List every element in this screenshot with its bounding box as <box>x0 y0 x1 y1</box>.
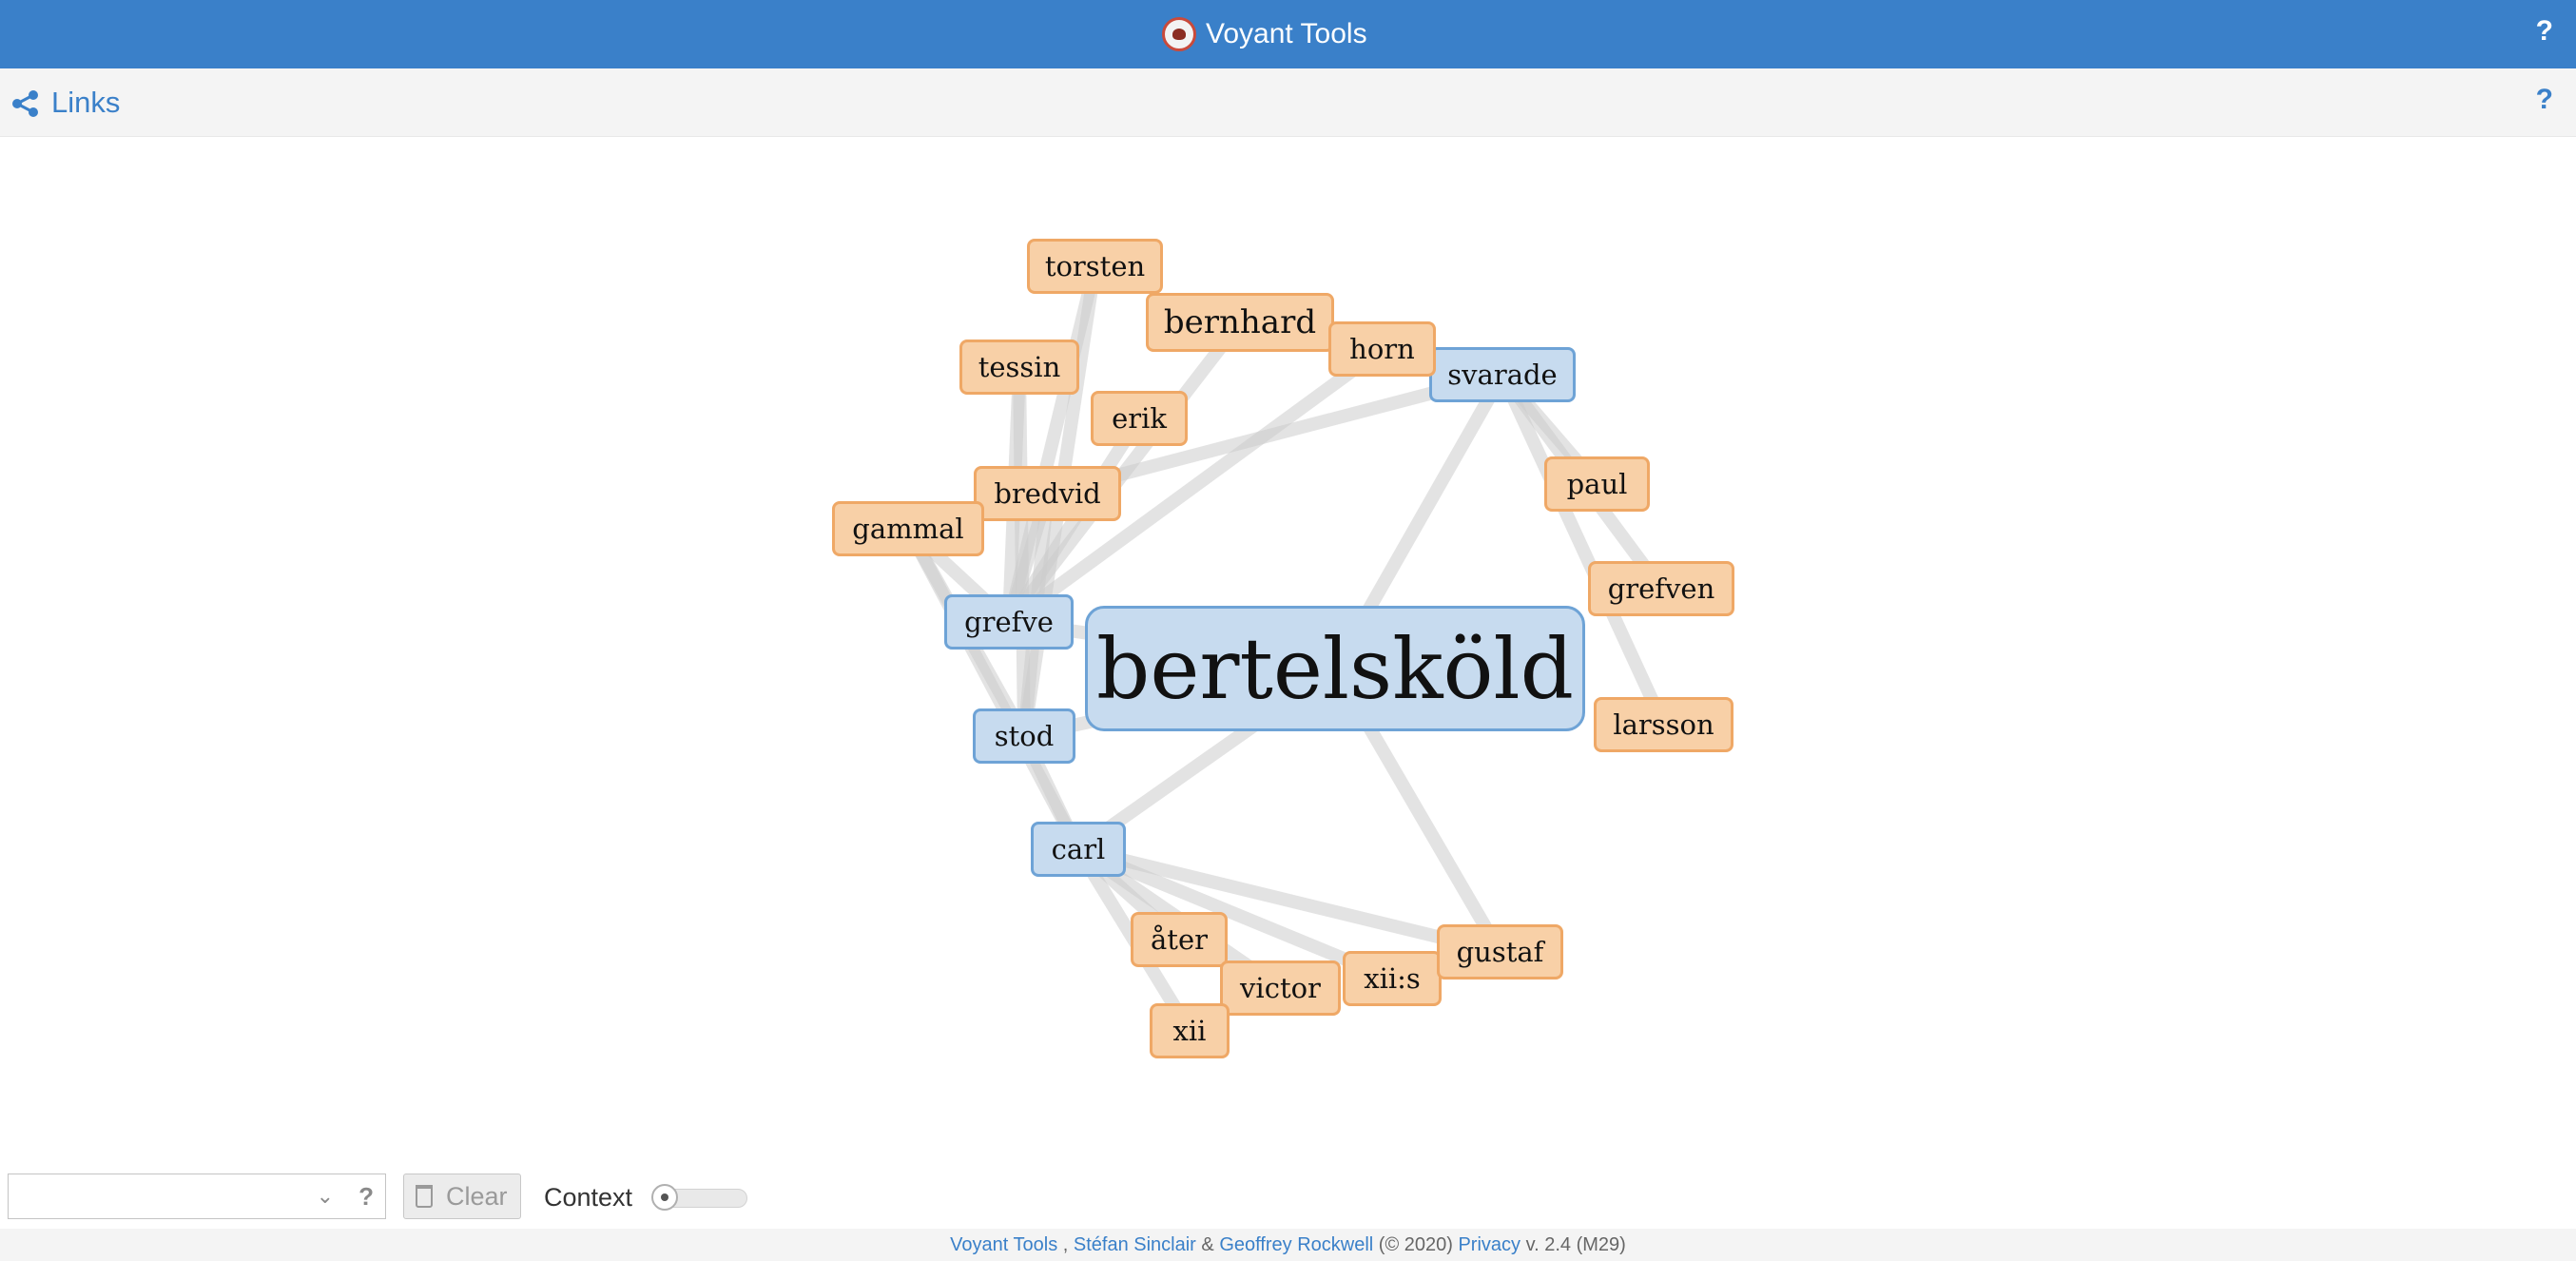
node-label: erik <box>1112 402 1167 435</box>
node-label: gustaf <box>1456 936 1544 968</box>
node-victor[interactable]: victor <box>1220 960 1341 1016</box>
trash-icon <box>416 1185 433 1208</box>
node-bernhard[interactable]: bernhard <box>1146 293 1334 352</box>
app-title: Voyant Tools <box>1206 18 1367 49</box>
node-tessin[interactable]: tessin <box>959 340 1079 395</box>
node-bertelskold[interactable]: bertelsköld <box>1085 606 1585 731</box>
node-ater[interactable]: åter <box>1131 912 1228 967</box>
node-stod[interactable]: stod <box>973 708 1075 764</box>
context-label: Context <box>544 1183 633 1212</box>
node-label: grefve <box>964 606 1054 638</box>
clear-button-label: Clear <box>446 1181 508 1211</box>
footer-ampersand: & <box>1195 1233 1220 1255</box>
node-label: bernhard <box>1163 303 1317 341</box>
footer-version: v. 2.4 (M29) <box>1520 1233 1626 1255</box>
node-label: grefven <box>1607 572 1715 605</box>
footer-copyright: (© 2020) <box>1373 1233 1459 1255</box>
node-label: gammal <box>852 513 964 545</box>
node-label: carl <box>1051 833 1106 865</box>
node-label: xii <box>1172 1015 1207 1047</box>
context-slider[interactable] <box>651 1184 747 1211</box>
footer-voyant-link[interactable]: Voyant Tools <box>950 1234 1057 1256</box>
search-help-icon[interactable]: ? <box>358 1182 374 1212</box>
node-label: stod <box>994 720 1055 752</box>
share-icon[interactable] <box>11 89 40 118</box>
node-label: victor <box>1240 972 1321 1004</box>
node-gammal[interactable]: gammal <box>832 501 984 556</box>
node-gustaf[interactable]: gustaf <box>1437 924 1563 980</box>
node-label: xii:s <box>1364 962 1421 995</box>
panel-title: Links <box>51 86 121 119</box>
node-label: bredvid <box>994 477 1101 510</box>
node-xiis[interactable]: xii:s <box>1343 951 1442 1006</box>
node-grefve[interactable]: grefve <box>944 594 1074 650</box>
footer-sinclair-link[interactable]: Stéfan Sinclair <box>1074 1234 1196 1256</box>
node-larsson[interactable]: larsson <box>1594 697 1733 752</box>
node-label: larsson <box>1613 708 1714 741</box>
node-carl[interactable]: carl <box>1031 822 1126 877</box>
node-bredvid[interactable]: bredvid <box>974 466 1121 521</box>
chevron-down-icon[interactable]: ⌄ <box>317 1184 334 1209</box>
clear-button[interactable]: Clear <box>403 1174 521 1219</box>
app-title-group[interactable]: Voyant Tools <box>1162 13 1367 55</box>
bottom-toolbar: ⌄ ? Clear Context <box>0 1164 2576 1229</box>
node-grefven[interactable]: grefven <box>1588 561 1734 616</box>
term-search-combo[interactable]: ⌄ ? <box>8 1174 386 1219</box>
panel-help-icon[interactable]: ? <box>2536 84 2553 116</box>
footer: Voyant Tools , Stéfan Sinclair & Geoffre… <box>0 1229 2576 1261</box>
node-label: svarade <box>1447 359 1558 391</box>
links-graph[interactable]: bertelsköld grefve stod carl svarade tor… <box>0 137 2576 1164</box>
node-horn[interactable]: horn <box>1328 321 1436 377</box>
node-label: tessin <box>978 351 1061 383</box>
node-label: horn <box>1349 333 1415 365</box>
app-root: { "header": { "app_title": "Voyant Tools… <box>0 0 2576 1261</box>
node-label: åter <box>1151 923 1208 956</box>
node-xii[interactable]: xii <box>1150 1003 1230 1058</box>
node-svarade[interactable]: svarade <box>1429 347 1576 402</box>
context-slider-thumb[interactable] <box>651 1184 678 1211</box>
node-erik[interactable]: erik <box>1091 391 1188 446</box>
node-paul[interactable]: paul <box>1544 456 1650 512</box>
node-label: torsten <box>1044 250 1146 282</box>
footer-separator: , <box>1057 1233 1074 1255</box>
panel-header: Links ? <box>0 68 2576 137</box>
voyant-owl-logo-icon <box>1162 17 1196 51</box>
app-header: Voyant Tools ? <box>0 0 2576 68</box>
footer-privacy-link[interactable]: Privacy <box>1458 1234 1520 1256</box>
node-label: bertelsköld <box>1095 619 1574 718</box>
header-help-icon[interactable]: ? <box>2536 15 2553 48</box>
footer-rockwell-link[interactable]: Geoffrey Rockwell <box>1219 1234 1373 1256</box>
node-label: paul <box>1566 468 1628 500</box>
node-torsten[interactable]: torsten <box>1027 239 1163 294</box>
